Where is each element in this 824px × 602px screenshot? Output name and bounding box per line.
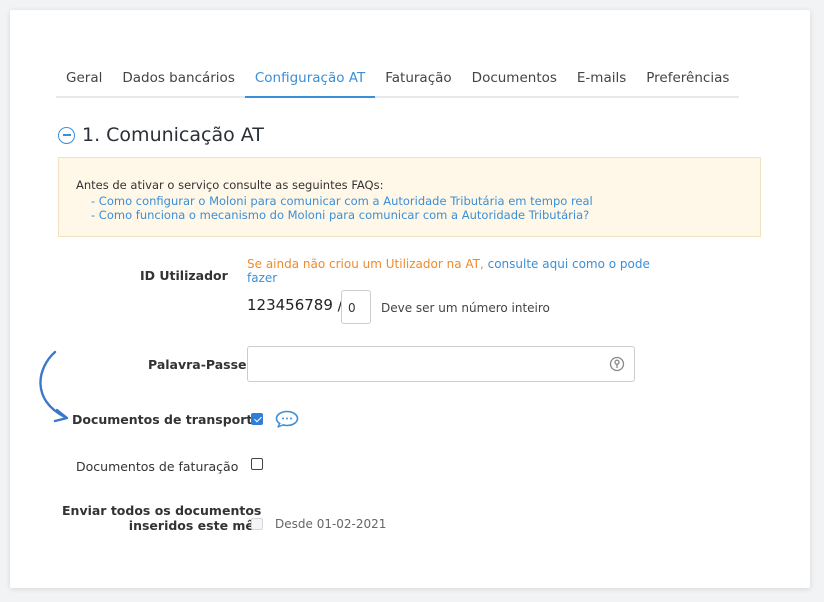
- section-header: 1. Comunicação AT: [58, 124, 264, 146]
- annotation-arrow-icon: [39, 350, 69, 423]
- tab-configuracao-at[interactable]: Configuração AT: [244, 70, 376, 98]
- faq-info-box: Antes de ativar o serviço consulte as se…: [58, 157, 761, 237]
- settings-tabs: Geral Dados bancários Configuração AT Fa…: [56, 70, 740, 98]
- password-input[interactable]: [247, 346, 635, 382]
- send-all-label-line1: Enviar todos os documentos: [62, 503, 262, 518]
- send-all-label: Enviar todos os documentos inseridos est…: [62, 503, 261, 533]
- id-integer-note: Deve ser um número inteiro: [381, 301, 550, 315]
- transport-docs-label: Documentos de transporte: [72, 412, 261, 427]
- password-label: Palavra-Passe: [148, 357, 247, 372]
- tab-emails[interactable]: E-mails: [566, 70, 637, 98]
- tab-geral[interactable]: Geral: [56, 70, 113, 98]
- transport-docs-checkbox[interactable]: [251, 413, 263, 425]
- invoice-docs-checkbox[interactable]: [251, 458, 263, 470]
- id-suffix-input[interactable]: 0: [341, 290, 371, 324]
- faq-link-configurar[interactable]: - Como configurar o Moloni para comunica…: [91, 194, 593, 208]
- section-title: 1. Comunicação AT: [82, 124, 264, 146]
- tab-preferencias[interactable]: Preferências: [636, 70, 740, 98]
- faq-intro: Antes de ativar o serviço consulte as se…: [76, 178, 384, 192]
- minus-circle-icon[interactable]: [58, 126, 75, 144]
- send-all-checkbox[interactable]: [251, 518, 263, 530]
- id-user-hint-text: Se ainda não criou um Utilizador na AT,: [247, 257, 488, 271]
- faq-link-mecanismo[interactable]: - Como funciona o mecanismo do Moloni pa…: [91, 208, 589, 222]
- tab-dados-bancarios[interactable]: Dados bancários: [112, 70, 245, 98]
- invoice-docs-label-text: Documentos de faturação: [76, 459, 239, 474]
- tab-faturacao[interactable]: Faturação: [375, 70, 462, 98]
- id-user-label: ID Utilizador: [140, 268, 228, 283]
- key-icon[interactable]: [609, 356, 625, 372]
- invoice-docs-label: Documentos de faturação: [76, 459, 238, 474]
- send-all-label-line2: inseridos este mês: [128, 518, 262, 533]
- chat-bubble-icon[interactable]: [275, 410, 299, 428]
- tab-documentos[interactable]: Documentos: [461, 70, 567, 98]
- send-all-since: Desde 01-02-2021: [275, 517, 387, 531]
- nif-value: 123456789 /: [247, 296, 343, 314]
- id-user-hint: Se ainda não criou um Utilizador na AT, …: [247, 257, 657, 285]
